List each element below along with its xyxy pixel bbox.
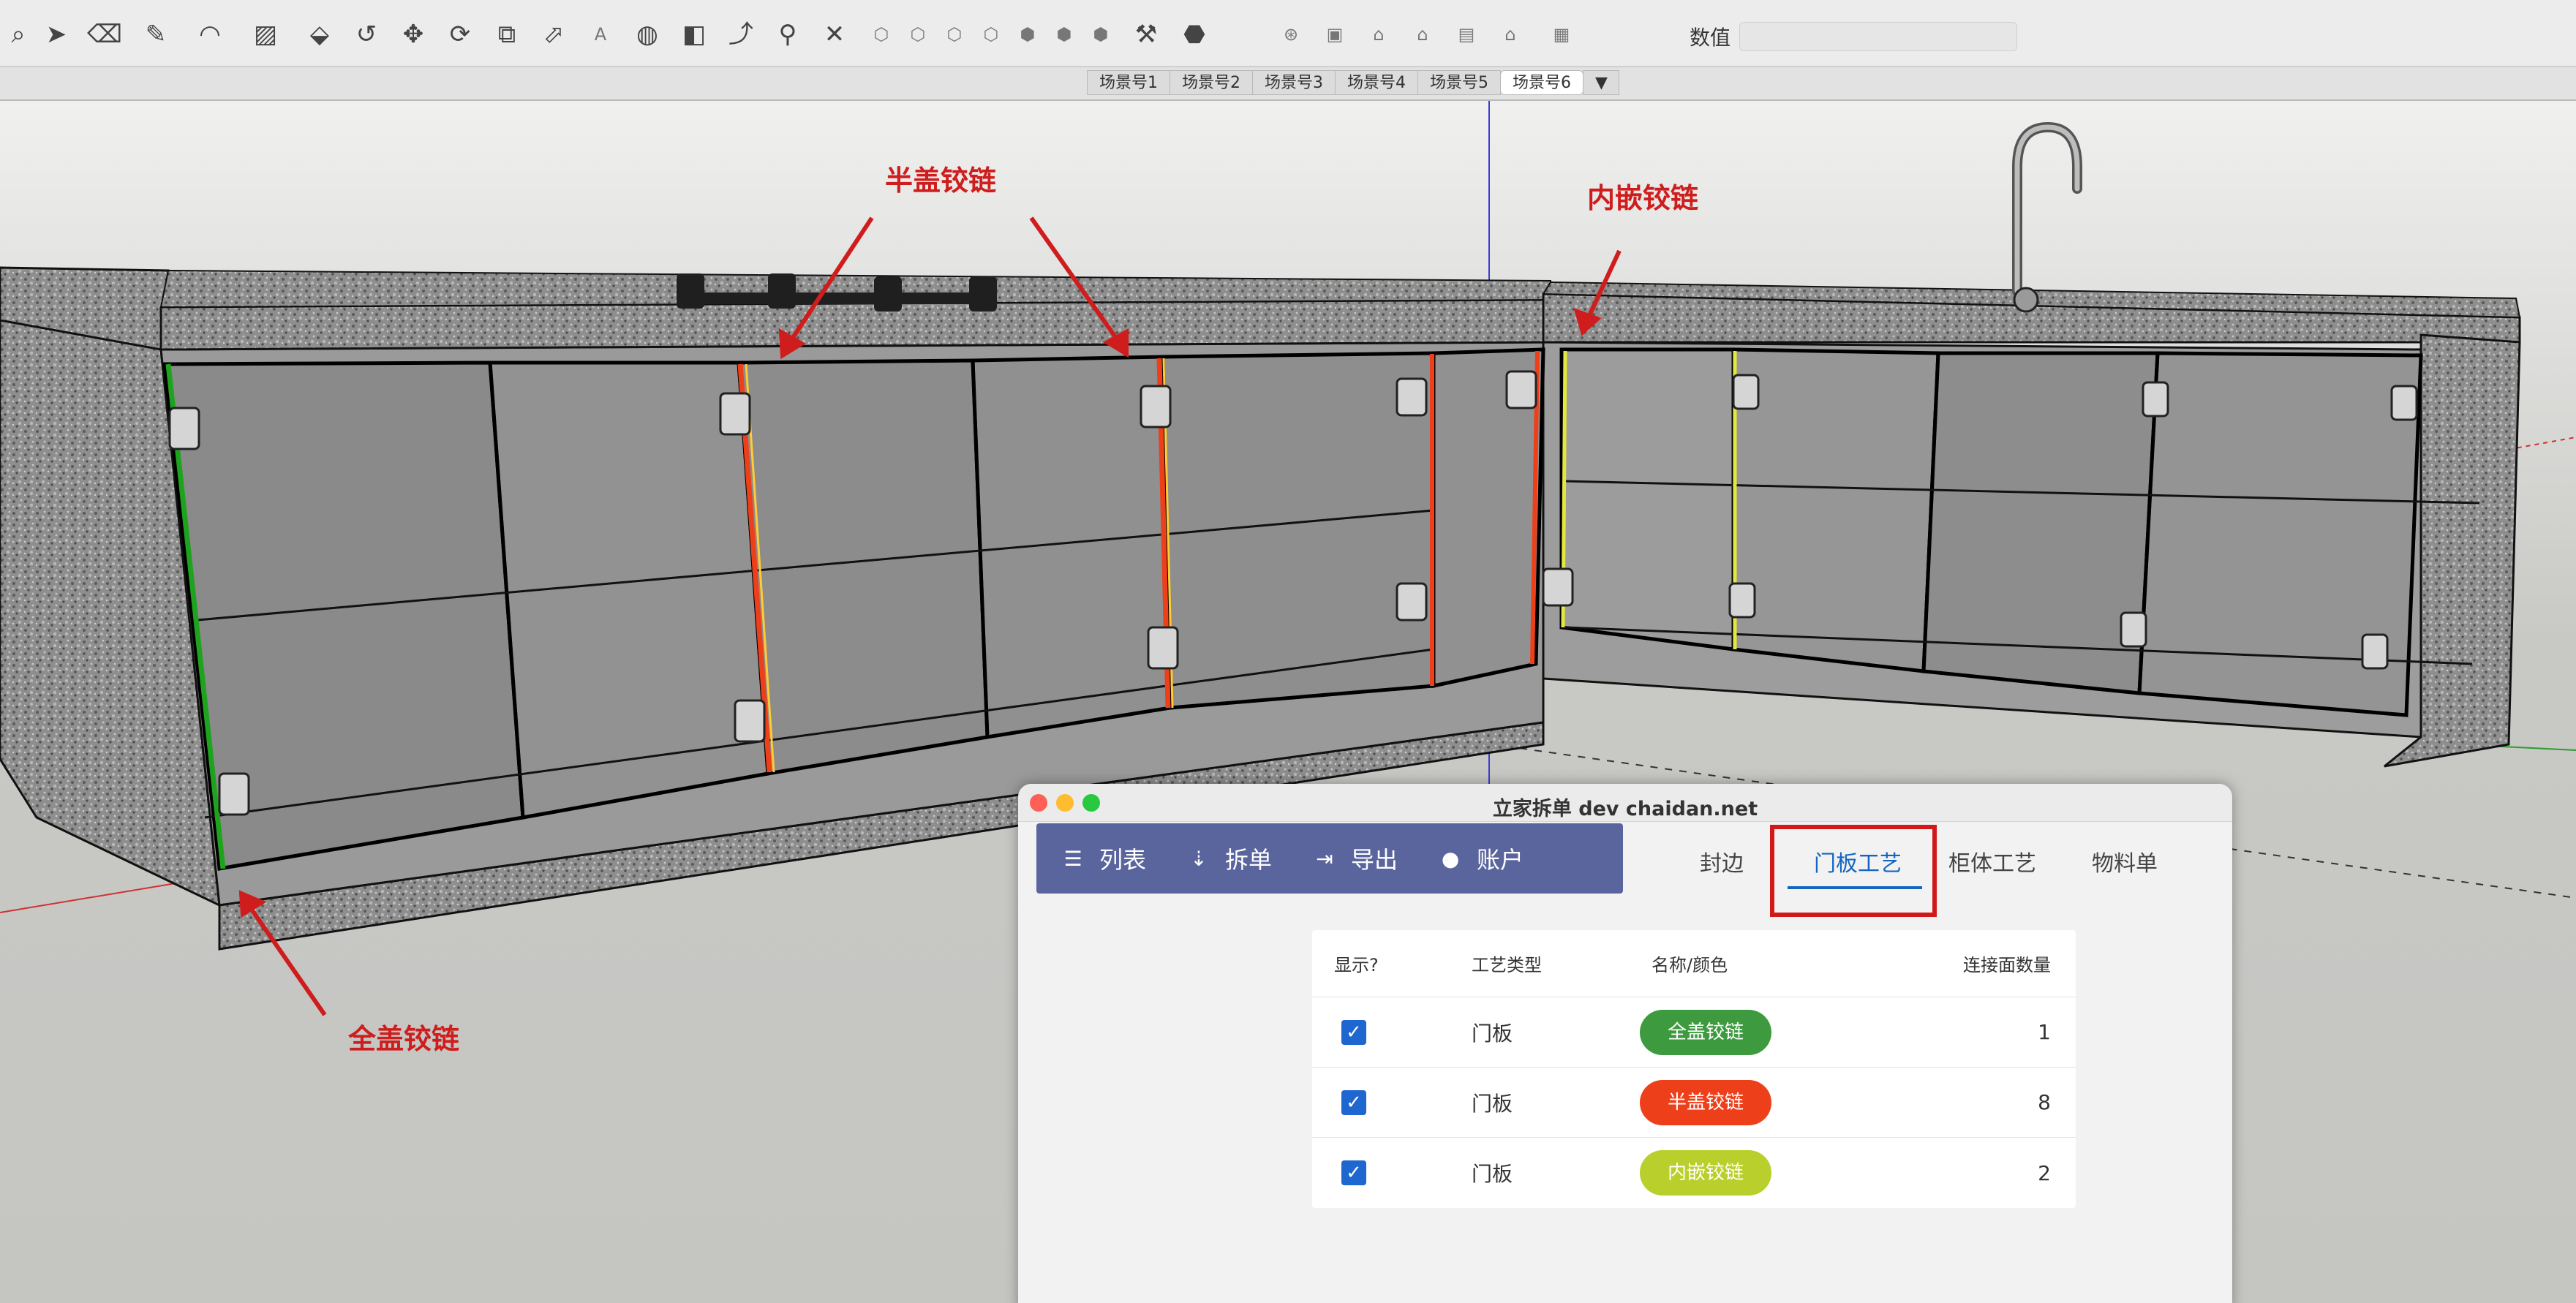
walk-icon[interactable]: ⤴ [723,16,759,53]
view-tool-icon[interactable]: ⊛ [1273,16,1309,53]
scene-tab-6[interactable]: 场景号6 [1500,70,1583,95]
header-name-color: 名称/颜色 [1652,955,1728,975]
pencil-icon[interactable]: ✎ [138,16,174,53]
header-craft-type: 工艺类型 [1472,955,1542,975]
main-toolbar: ⌕ ➤ ⌫ ✎ ◠ ▨ ⬙ ↺ ✥ ⟳ ⧉ ⬀ A ◍ ◧ ⤴ ⚲ ✕ ⬡ ⬡ … [0,0,2576,67]
split-label: 拆单 [1225,846,1273,874]
table-row: ✓ 门板 内嵌铰链 2 [1312,1138,2076,1208]
table-row: ✓ 门板 全盖铰链 1 [1312,997,2076,1068]
user-icon: ● [1441,846,1460,871]
zoom-icon[interactable]: ⚲ [769,16,806,53]
eraser-icon[interactable]: ⌫ [86,16,123,53]
view-right-icon[interactable]: ⬡ [973,16,1009,53]
measure-icon[interactable]: ⚒ [1128,16,1164,53]
offset-icon[interactable]: ⬀ [535,16,572,53]
table-row: ✓ 门板 半盖铰链 8 [1312,1068,2076,1138]
value-label: 数值 [1690,26,1731,50]
header-show: 显示? [1334,955,1379,975]
scene-tab-4[interactable]: 场景号4 [1335,70,1418,95]
search-icon[interactable]: ⌕ [0,16,37,53]
follow-me-icon[interactable]: ↺ [348,16,385,53]
view-bottom-icon[interactable]: ⬢ [1082,16,1119,53]
split-icon: ⇣ [1190,846,1208,871]
export-label: 导出 [1351,846,1398,874]
value-input[interactable] [1739,22,2017,51]
house-icon[interactable]: ⌂ [1404,16,1441,53]
craft-type: 门板 [1472,1021,1513,1046]
show-checkbox[interactable]: ✓ [1341,1089,1366,1115]
component-icon[interactable]: ⬣ [1176,16,1213,53]
tab-edge-banding[interactable]: 封边 [1700,845,1744,877]
paint-bucket-icon[interactable]: ▨ [247,16,284,53]
text-icon[interactable]: A [582,16,619,53]
export-icon: ⇥ [1316,846,1333,871]
view-iso-icon[interactable]: ⬡ [863,16,900,53]
arc-icon[interactable]: ◠ [192,16,228,53]
view-top-icon[interactable]: ⬡ [900,16,936,53]
scene-bar: 场景号1 场景号2 场景号3 场景号4 场景号5 场景号6 ▼ [0,67,2576,101]
window-titlebar[interactable]: 立家拆单 dev chaidan.net [1018,784,2232,822]
scale-icon[interactable]: ⧉ [489,16,525,53]
show-checkbox[interactable]: ✓ [1341,1160,1366,1185]
face-count: 8 [2038,1090,2051,1114]
annotation-full-overlay-hinge: 全盖铰链 [348,1023,460,1055]
account-button[interactable]: ● 账户 [1440,842,1524,875]
list-icon: ☰ [1063,846,1082,871]
push-pull-icon[interactable]: ⬙ [301,16,338,53]
scene-dropdown-icon[interactable]: ▼ [1583,70,1619,95]
craft-type: 门板 [1472,1162,1513,1186]
face-count: 1 [2038,1020,2051,1044]
show-checkbox[interactable]: ✓ [1341,1019,1366,1045]
face-count: 2 [2038,1160,2051,1185]
tab-cabinet-craft[interactable]: 柜体工艺 [1948,845,2036,877]
list-button[interactable]: ☰ 列表 [1063,842,1146,875]
box-icon[interactable]: ▤ [1448,16,1485,53]
color-pill[interactable]: 内嵌铰链 [1640,1150,1771,1196]
view-back-icon[interactable]: ⬢ [1009,16,1046,53]
rotate-icon[interactable]: ⟳ [442,16,478,53]
table-header: 显示? 工艺类型 名称/颜色 连接面数量 [1312,930,2076,997]
home-icon[interactable]: ⌂ [1360,16,1397,53]
window-title: 立家拆单 dev chaidan.net [1492,798,1758,820]
account-label: 账户 [1477,846,1524,874]
scene-tab-5[interactable]: 场景号5 [1417,70,1501,95]
select-arrow-icon[interactable]: ➤ [38,16,75,53]
scene-tab-3[interactable]: 场景号3 [1252,70,1336,95]
document-icon[interactable]: ▦ [1543,16,1580,53]
view-left-icon[interactable]: ⬢ [1046,16,1082,53]
color-pill[interactable]: 全盖铰链 [1640,1009,1771,1055]
split-button[interactable]: ⇣ 拆单 [1189,842,1272,875]
craft-type: 门板 [1472,1091,1513,1116]
orbit-icon[interactable]: ◍ [629,16,666,53]
tab-highlight-box [1770,825,1937,917]
home-outline-icon[interactable]: ⌂ [1492,16,1529,53]
tab-material-list[interactable]: 物料单 [2092,845,2158,877]
zoom-extents-icon[interactable]: ✕ [816,16,853,53]
plugin-nav: ☰ 列表 ⇣ 拆单 ⇥ 导出 ● 账户 [1036,823,1623,894]
export-button[interactable]: ⇥ 导出 [1314,842,1398,875]
header-face-count: 连接面数量 [1963,955,2051,975]
move-icon[interactable]: ✥ [395,16,432,53]
craft-table: 显示? 工艺类型 名称/颜色 连接面数量 ✓ 门板 全盖铰链 1 ✓ 门板 半盖… [1312,930,2076,1208]
annotation-half-overlay-hinge: 半盖铰链 [885,165,997,197]
color-pill[interactable]: 半盖铰链 [1640,1079,1771,1125]
scene-tab-2[interactable]: 场景号2 [1170,70,1253,95]
scene-tabs: 场景号1 场景号2 场景号3 场景号4 场景号5 场景号6 ▼ [1087,70,1619,97]
scene-tab-1[interactable]: 场景号1 [1087,70,1170,95]
annotation-inset-hinge: 内嵌铰链 [1587,182,1699,214]
section-icon[interactable]: ◧ [676,16,712,53]
cube-icon[interactable]: ▣ [1317,16,1353,53]
list-label: 列表 [1099,846,1147,874]
plugin-window: 立家拆单 dev chaidan.net ☰ 列表 ⇣ 拆单 ⇥ 导出 ● 账户… [1018,784,2232,1303]
view-front-icon[interactable]: ⬡ [936,16,973,53]
